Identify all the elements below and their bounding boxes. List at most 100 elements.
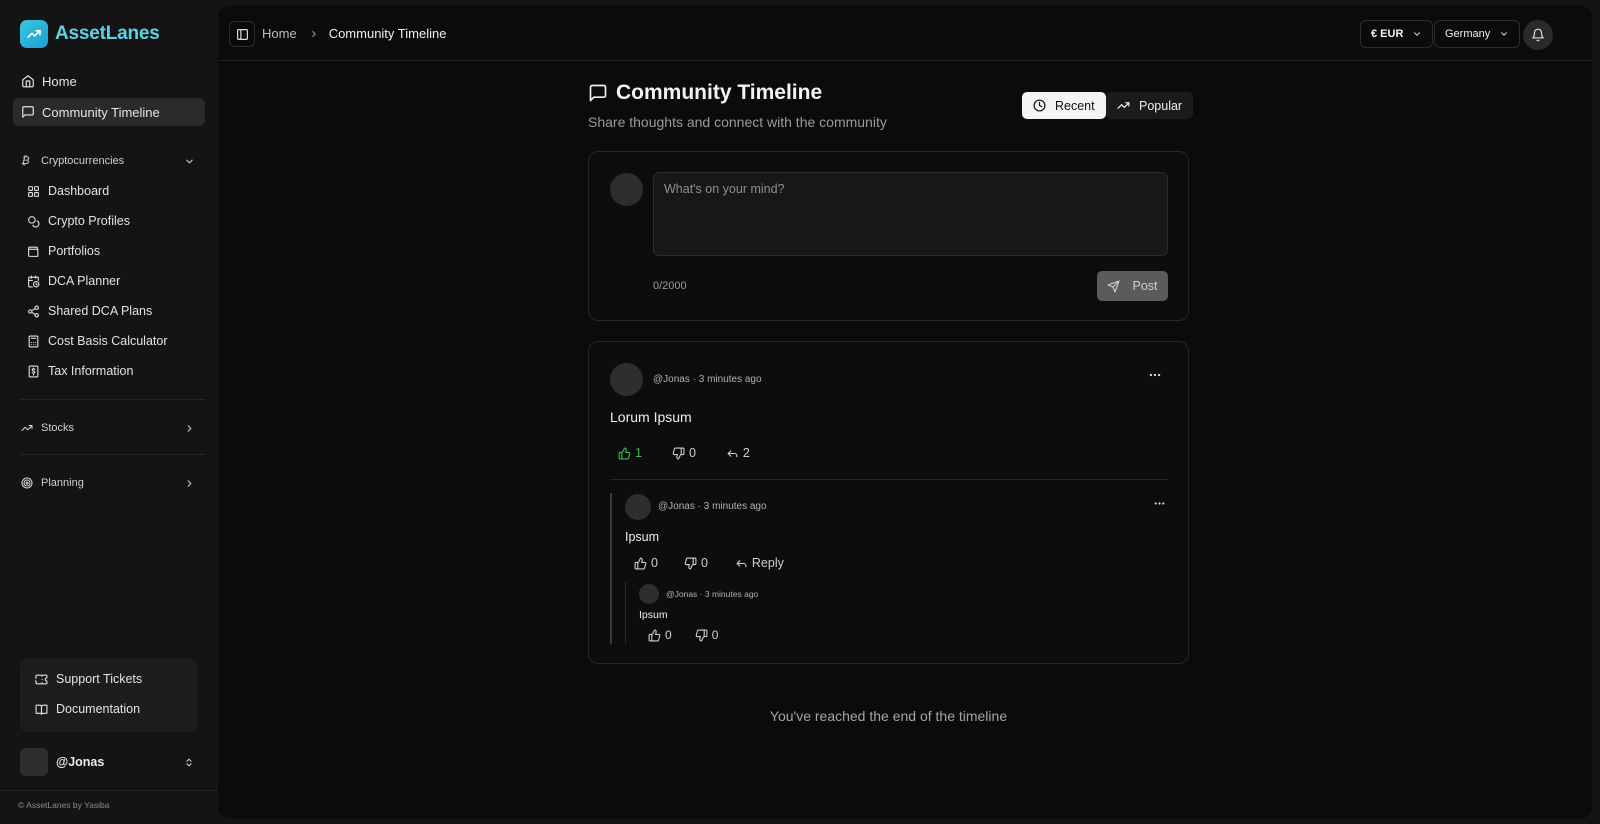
- reply-icon: [736, 559, 747, 567]
- sidebar-group-cryptocurrencies[interactable]: ₿ Cryptocurrencies: [13, 151, 205, 171]
- post-card: @Jonas · 3 minutes ago Lorum Ipsum 1 0 2: [588, 341, 1189, 664]
- chevron-down-icon: [1414, 32, 1421, 36]
- thumbs-down-icon: [695, 629, 708, 641]
- post-actions: 1 0 2: [618, 446, 750, 460]
- post-body: Lorum Ipsum: [610, 409, 692, 425]
- dislike-count: 0: [711, 628, 719, 642]
- sidebar-footer-divider: [0, 790, 218, 791]
- country-select[interactable]: Germany: [1434, 20, 1521, 48]
- sidebar-item-documentation[interactable]: Documentation: [20, 694, 198, 724]
- sidebar-nav: Home Community Timeline: [13, 67, 205, 129]
- chevron-down-icon: [1501, 32, 1508, 36]
- target-icon: [21, 477, 33, 489]
- sidebar-item-label: Cost Basis Calculator: [48, 334, 168, 348]
- currency-value: € EUR: [1371, 28, 1404, 40]
- calculator-icon: [28, 335, 39, 347]
- sidebar-divider: [20, 454, 205, 455]
- comment-dislike-button[interactable]: 0: [684, 556, 708, 570]
- comment-reply-button[interactable]: Reply: [735, 556, 784, 570]
- sidebar-item-label: Shared DCA Plans: [48, 304, 153, 318]
- reply-thread-line: [625, 582, 626, 644]
- share-icon: [28, 305, 39, 317]
- post-button[interactable]: Post: [1097, 271, 1168, 301]
- clock-icon: [1033, 99, 1046, 112]
- sidebar-item-dca-planner[interactable]: DCA Planner: [20, 266, 205, 296]
- dislike-count: 0: [688, 446, 696, 460]
- sidebar-item-cost-basis-calculator[interactable]: Cost Basis Calculator: [20, 326, 205, 356]
- sidebar-item-label: Home: [42, 73, 77, 89]
- reply-actions: 0 0: [648, 628, 718, 642]
- thumbs-down-icon: [684, 557, 697, 569]
- more-horizontal-icon: [1149, 373, 1161, 377]
- sidebar-toggle-button[interactable]: [229, 21, 255, 47]
- avatar: [625, 494, 651, 520]
- sidebar-item-label: Documentation: [56, 702, 141, 716]
- trending-up-icon: [21, 424, 33, 432]
- brand[interactable]: AssetLanes: [20, 20, 160, 48]
- reply-count: 2: [742, 446, 750, 460]
- sidebar-item-crypto-profiles[interactable]: Crypto Profiles: [20, 206, 205, 236]
- post-author[interactable]: @Jonas: [653, 374, 690, 385]
- crypto-submenu: Dashboard Crypto Profiles Portfolios DCA…: [20, 176, 205, 386]
- sidebar-item-support-tickets[interactable]: Support Tickets: [20, 664, 198, 694]
- sidebar-item-dashboard[interactable]: Dashboard: [20, 176, 205, 206]
- comment-thread-line: [610, 493, 612, 644]
- sidebar-item-community-timeline[interactable]: Community Timeline: [13, 98, 205, 126]
- sidebar-item-shared-dca-plans[interactable]: Shared DCA Plans: [20, 296, 205, 326]
- sort-recent-label: Recent: [1055, 98, 1095, 113]
- chevron-down-icon: [186, 159, 193, 164]
- sidebar-group-planning[interactable]: Planning: [13, 473, 205, 493]
- breadcrumb-home-link[interactable]: Home: [262, 26, 297, 41]
- comment-author[interactable]: @Jonas: [658, 501, 695, 512]
- message-square-icon: [589, 84, 607, 102]
- currency-select[interactable]: € EUR: [1360, 20, 1434, 48]
- comment-body: Ipsum: [625, 530, 660, 544]
- reply-author[interactable]: @Jonas: [666, 589, 697, 599]
- char-count: 0/2000: [653, 280, 687, 292]
- notifications-button[interactable]: [1523, 20, 1553, 50]
- post-input[interactable]: [653, 172, 1168, 256]
- bell-icon: [1532, 28, 1544, 42]
- avatar: [639, 584, 659, 604]
- reply-body: Ipsum: [639, 609, 668, 621]
- dislike-button[interactable]: 0: [672, 446, 696, 460]
- sort-popular-button[interactable]: Popular: [1106, 92, 1194, 119]
- user-menu[interactable]: @Jonas: [20, 748, 198, 776]
- sidebar-group-stocks[interactable]: Stocks: [13, 418, 205, 438]
- sort-recent-button[interactable]: Recent: [1022, 92, 1106, 119]
- comment-more-button[interactable]: [1151, 495, 1167, 511]
- replies-button[interactable]: 2: [726, 446, 750, 460]
- comment-meta: @Jonas · 3 minutes ago: [658, 501, 767, 512]
- reply-time: 3 minutes ago: [704, 589, 759, 599]
- more-horizontal-icon: [1154, 501, 1164, 505]
- breadcrumb-current: Community Timeline: [328, 26, 447, 41]
- sidebar-group-label: Stocks: [41, 422, 75, 434]
- sidebar-item-label: Dashboard: [48, 184, 110, 198]
- like-count: 0: [651, 556, 658, 570]
- like-button[interactable]: 1: [618, 446, 642, 460]
- comment-like-button[interactable]: 0: [634, 556, 658, 570]
- dislike-count: 0: [700, 556, 708, 570]
- thumbs-up-icon: [618, 447, 631, 459]
- like-count: 0: [665, 628, 672, 642]
- sidebar-item-home[interactable]: Home: [13, 67, 205, 95]
- reply-like-button[interactable]: 0: [648, 628, 672, 642]
- send-icon: [1108, 280, 1120, 292]
- receipt-icon: [28, 365, 39, 377]
- ticket-icon: [35, 674, 48, 684]
- sidebar-item-label: Tax Information: [48, 364, 134, 378]
- sidebar-divider: [20, 399, 205, 400]
- post-composer: 0/2000 Post: [588, 151, 1189, 321]
- avatar: [610, 363, 643, 396]
- sidebar-group-label: Cryptocurrencies: [41, 155, 125, 167]
- reply-dislike-button[interactable]: 0: [695, 628, 719, 642]
- brand-logo-icon: [20, 20, 48, 48]
- sidebar-item-tax-information[interactable]: Tax Information: [20, 356, 205, 386]
- panel-left-icon: [236, 28, 248, 40]
- sidebar-item-portfolios[interactable]: Portfolios: [20, 236, 205, 266]
- page-title-text: Community Timeline: [616, 81, 823, 104]
- grid-icon: [28, 185, 39, 197]
- thumbs-down-icon: [672, 447, 685, 459]
- bitcoin-icon: ₿: [21, 155, 30, 167]
- post-more-button[interactable]: [1147, 367, 1163, 383]
